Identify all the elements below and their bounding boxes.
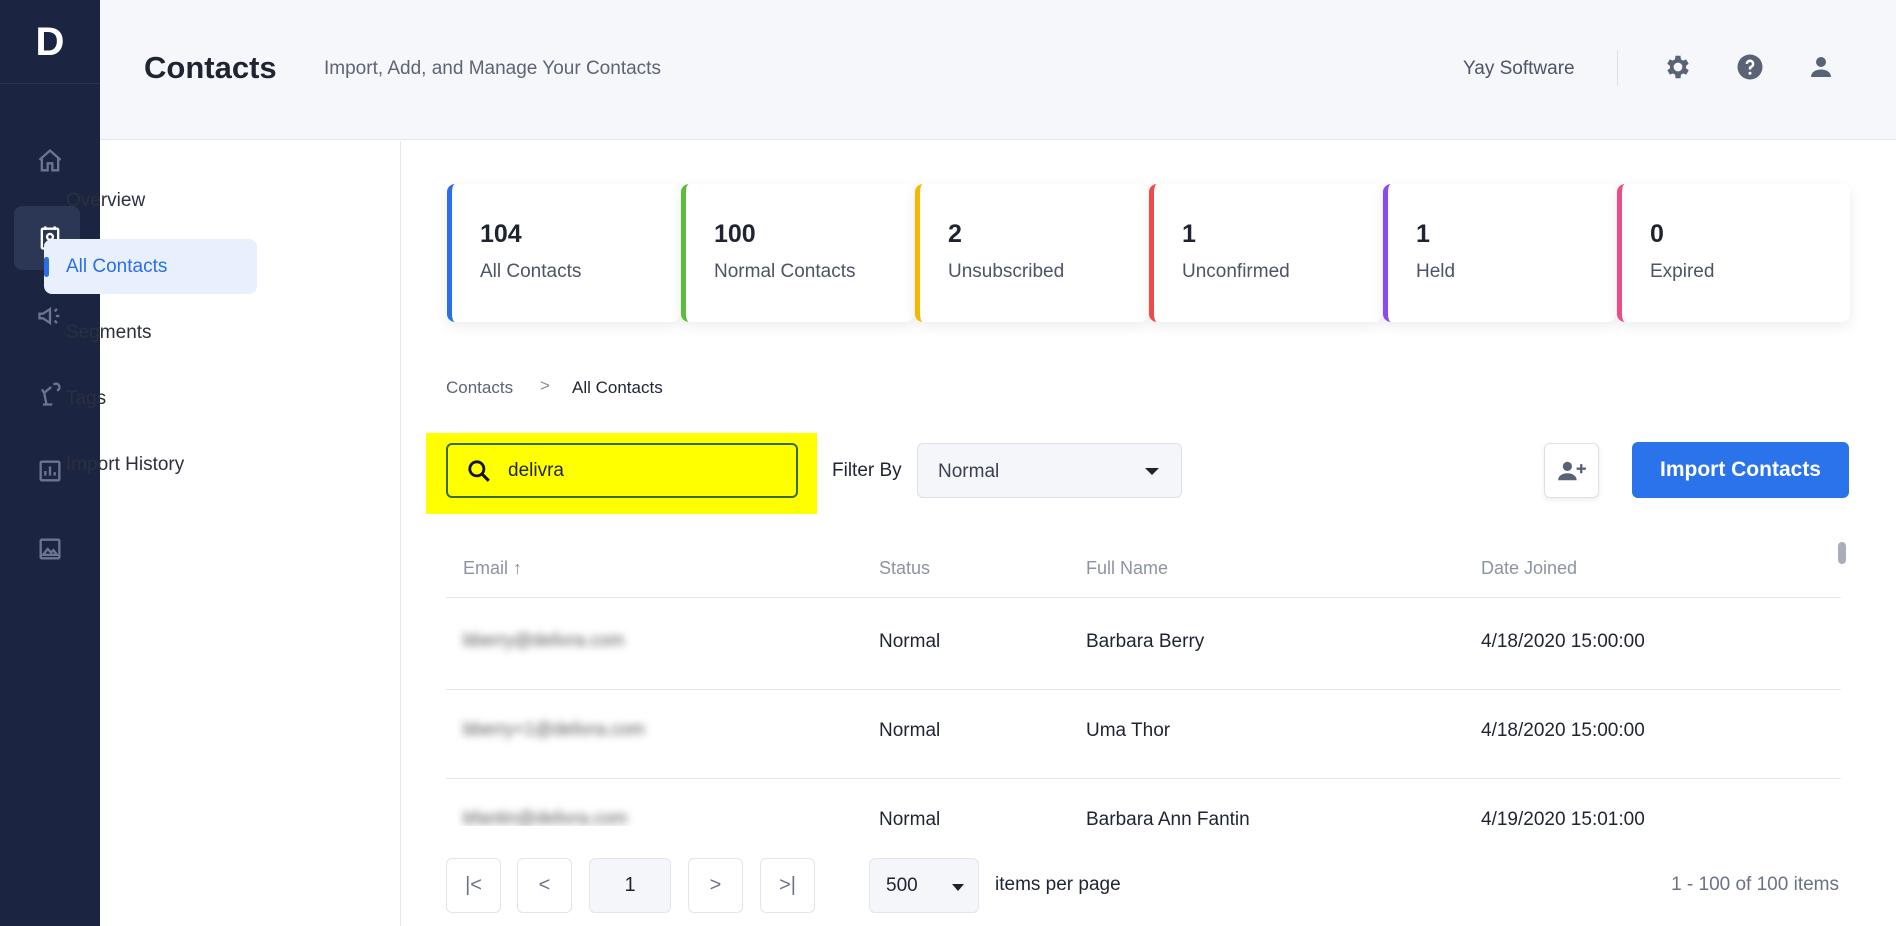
gear-icon[interactable] bbox=[1663, 52, 1693, 82]
date-cell: 4/19/2020 15:01:00 bbox=[1481, 809, 1645, 826]
page-subtitle: Import, Add, and Manage Your Contacts bbox=[324, 58, 661, 79]
breadcrumb-separator: > bbox=[540, 376, 550, 395]
chevron-down-icon bbox=[952, 884, 964, 891]
status-cell: Normal bbox=[879, 631, 941, 652]
search-icon bbox=[468, 460, 490, 482]
stat-card[interactable]: 104 All Contacts bbox=[447, 184, 680, 322]
stat-label: Expired bbox=[1650, 261, 1715, 282]
search-box[interactable] bbox=[446, 443, 798, 498]
subnav-overview[interactable]: Overview bbox=[44, 173, 257, 228]
column-date-joined[interactable]: Date Joined bbox=[1481, 558, 1577, 579]
stat-label: Normal Contacts bbox=[714, 261, 856, 282]
chevron-down-icon bbox=[1145, 468, 1159, 475]
breadcrumb-current: All Contacts bbox=[572, 378, 663, 397]
logo[interactable]: D bbox=[0, 0, 100, 84]
stat-value: 1 bbox=[1416, 220, 1430, 248]
name-cell: Uma Thor bbox=[1086, 720, 1171, 741]
first-page-button[interactable]: |< bbox=[446, 858, 501, 913]
organization-name[interactable]: Yay Software bbox=[1463, 58, 1575, 80]
image-icon[interactable] bbox=[32, 531, 68, 567]
per-page-label: items per page bbox=[995, 874, 1121, 895]
per-page-value: 500 bbox=[886, 875, 918, 896]
filter-by-label: Filter By bbox=[832, 460, 902, 481]
stat-card[interactable]: 100 Normal Contacts bbox=[681, 184, 914, 322]
user-icon[interactable] bbox=[1806, 52, 1836, 82]
stat-value: 1 bbox=[1182, 220, 1196, 248]
date-cell: 4/18/2020 15:00:00 bbox=[1481, 631, 1645, 652]
stat-card[interactable]: 1 Held bbox=[1383, 184, 1616, 322]
stat-card[interactable]: 1 Unconfirmed bbox=[1149, 184, 1382, 322]
subnav-all-contacts[interactable]: All Contacts bbox=[44, 239, 257, 294]
per-page-select[interactable]: 500 bbox=[869, 858, 979, 913]
stat-label: Unsubscribed bbox=[948, 261, 1065, 282]
stat-value: 104 bbox=[480, 220, 522, 248]
filter-value: Normal bbox=[938, 461, 1000, 482]
prev-page-button[interactable]: < bbox=[517, 858, 572, 913]
stat-value: 100 bbox=[714, 220, 756, 248]
breadcrumb-contacts[interactable]: Contacts bbox=[446, 378, 513, 398]
next-page-button[interactable]: > bbox=[688, 858, 743, 913]
header-divider bbox=[1617, 50, 1618, 86]
table-row[interactable]: bfantin@delivra.com Normal Barbara Ann F… bbox=[400, 778, 1860, 826]
subnav-segments[interactable]: Segments bbox=[44, 305, 257, 360]
stat-card[interactable]: 2 Unsubscribed bbox=[915, 184, 1148, 322]
search-input[interactable] bbox=[508, 457, 778, 485]
table-body: bberry@delivra.com Normal Barbara Berry … bbox=[400, 600, 1860, 826]
pagination-range: 1 - 100 of 100 items bbox=[1671, 874, 1839, 895]
status-cell: Normal bbox=[879, 720, 941, 741]
name-cell: Barbara Ann Fantin bbox=[1086, 809, 1250, 826]
date-cell: 4/18/2020 15:00:00 bbox=[1481, 720, 1645, 741]
last-page-button[interactable]: >| bbox=[760, 858, 815, 913]
add-contact-button[interactable] bbox=[1544, 443, 1599, 498]
stat-value: 2 bbox=[948, 220, 962, 248]
email-cell: bberry+1@delivra.com bbox=[463, 719, 645, 739]
table-row[interactable]: bberry@delivra.com Normal Barbara Berry … bbox=[400, 600, 1860, 690]
subnav-import-history[interactable]: Import History bbox=[44, 437, 257, 492]
page-title: Contacts bbox=[144, 50, 277, 85]
stat-label: Unconfirmed bbox=[1182, 261, 1290, 282]
name-cell: Barbara Berry bbox=[1086, 631, 1205, 652]
email-cell: bberry@delivra.com bbox=[463, 630, 625, 650]
email-cell: bfantin@delivra.com bbox=[463, 808, 628, 826]
column-status[interactable]: Status bbox=[879, 558, 930, 579]
table-row[interactable]: bberry+1@delivra.com Normal Uma Thor 4/1… bbox=[400, 689, 1860, 779]
table-scrollbar[interactable] bbox=[1838, 542, 1846, 564]
current-page[interactable]: 1 bbox=[589, 858, 671, 913]
add-user-icon bbox=[1558, 461, 1586, 481]
stat-card[interactable]: 0 Expired bbox=[1617, 184, 1850, 322]
stat-value: 0 bbox=[1650, 220, 1664, 248]
header-divider bbox=[446, 597, 1841, 598]
help-icon[interactable] bbox=[1735, 52, 1765, 82]
column-full-name[interactable]: Full Name bbox=[1086, 558, 1168, 579]
stat-label: All Contacts bbox=[480, 261, 582, 282]
import-contacts-button[interactable]: Import Contacts bbox=[1632, 442, 1849, 498]
stat-label: Held bbox=[1416, 261, 1456, 282]
filter-select[interactable]: Normal bbox=[917, 443, 1182, 498]
status-cell: Normal bbox=[879, 809, 941, 826]
column-email[interactable]: Email ↑ bbox=[463, 558, 522, 579]
subnav-tags[interactable]: Tags bbox=[44, 371, 257, 426]
